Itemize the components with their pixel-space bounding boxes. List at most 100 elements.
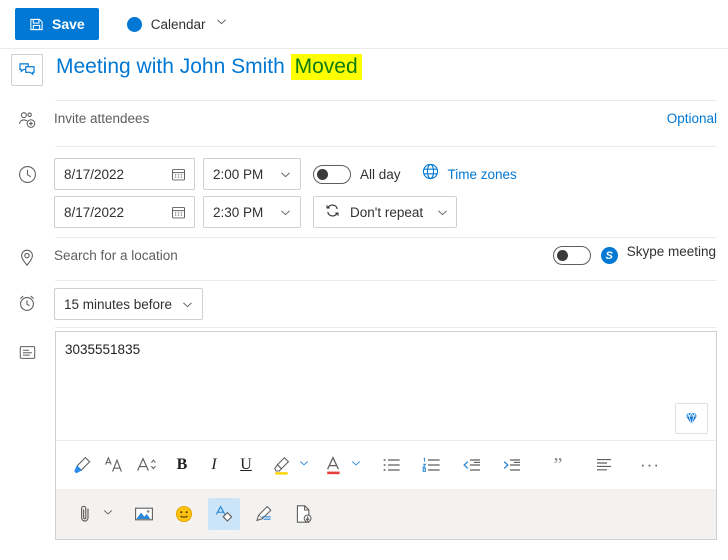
end-time-value: 2:30 PM (213, 204, 264, 220)
attendees-rail (0, 108, 54, 131)
subject-row: Meeting with John Smith Moved (0, 52, 728, 96)
font-family-icon[interactable] (98, 449, 130, 481)
diamond-gem-icon[interactable] (675, 403, 708, 434)
format-painter-icon[interactable] (66, 449, 98, 481)
location-pin-icon (17, 247, 37, 267)
globe-icon[interactable] (421, 162, 440, 186)
chevron-down-icon[interactable] (177, 298, 202, 311)
meeting-event-icon[interactable] (11, 54, 43, 86)
decrease-indent-icon[interactable] (456, 449, 488, 481)
datetime-rail (0, 158, 54, 185)
datetime-row: 8/17/2022 2:00 PM All day Time zones 8/1… (0, 158, 728, 228)
command-bar: Save Calendar (0, 0, 728, 49)
signature-icon[interactable] (248, 498, 280, 530)
repeat-field[interactable]: Don't repeat (313, 196, 457, 228)
save-button[interactable]: Save (15, 8, 99, 40)
attach-file-split[interactable] (70, 498, 114, 530)
attendees-divider (55, 146, 717, 147)
increase-indent-icon[interactable] (496, 449, 528, 481)
more-options-glyph: ··· (640, 455, 660, 474)
subject-divider (55, 100, 717, 101)
repeat-icon (324, 202, 341, 222)
save-floppy-icon (29, 17, 44, 32)
chevron-down-icon[interactable] (298, 456, 310, 474)
underline-icon[interactable]: U (230, 449, 262, 481)
skype-meeting-toggle-knob (556, 250, 568, 261)
chevron-down-icon[interactable] (350, 456, 362, 474)
start-date-value: 8/17/2022 (64, 166, 125, 182)
attendees-row: Invite attendees Optional (0, 108, 728, 142)
all-day-label: All day (360, 166, 401, 182)
insert-template-icon[interactable] (288, 498, 320, 530)
italic-icon-label: I (211, 456, 217, 473)
reminder-divider (55, 327, 717, 328)
align-icon[interactable] (588, 449, 620, 481)
insert-picture-icon[interactable] (128, 498, 160, 530)
more-options-icon[interactable]: ··· (634, 449, 666, 481)
location-rail (0, 244, 54, 267)
invite-attendees-input[interactable]: Invite attendees (54, 108, 667, 130)
save-button-label: Save (52, 16, 85, 32)
skype-meeting-label: Skype meeting (626, 244, 716, 259)
font-size-icon[interactable] (130, 449, 162, 481)
skype-meeting-toggle[interactable] (552, 246, 591, 265)
start-date-field[interactable]: 8/17/2022 (54, 158, 195, 190)
calendar-icon[interactable] (167, 167, 194, 182)
numbered-list-icon[interactable] (416, 449, 448, 481)
end-date-value: 8/17/2022 (64, 204, 125, 220)
alarm-clock-icon (17, 293, 37, 313)
location-input[interactable]: Search for a location (54, 244, 553, 268)
chevron-down-icon[interactable] (275, 206, 300, 219)
bold-icon[interactable]: B (166, 449, 198, 481)
time-zones-link[interactable]: Time zones (448, 167, 517, 182)
body-rail (0, 341, 54, 362)
page-title[interactable]: Meeting with John Smith Moved (54, 52, 728, 82)
skype-icon: S (600, 247, 618, 264)
location-row: Search for a location S Skype meeting (0, 244, 728, 276)
end-time-field[interactable]: 2:30 PM (203, 196, 301, 228)
calendar-icon[interactable] (167, 205, 194, 220)
all-day-toggle[interactable] (313, 164, 351, 184)
calendar-picker[interactable]: Calendar (123, 8, 232, 40)
font-color-icon[interactable] (318, 449, 350, 481)
body-editor[interactable]: 3035551835 (55, 331, 717, 440)
reminder-field[interactable]: 15 minutes before (54, 288, 203, 320)
bulleted-list-icon[interactable] (376, 449, 408, 481)
emoji-icon[interactable] (168, 498, 200, 530)
chevron-down-icon[interactable] (102, 505, 114, 523)
start-time-value: 2:00 PM (213, 166, 264, 182)
font-color-split[interactable] (318, 449, 362, 481)
body-editor-text[interactable]: 3035551835 (65, 342, 140, 357)
chevron-down-icon (215, 15, 228, 33)
page-title-text: Meeting with John Smith (56, 55, 291, 78)
datetime-divider (55, 237, 717, 238)
description-icon (18, 343, 37, 362)
highlight-color-icon[interactable] (266, 449, 298, 481)
reminder-value: 15 minutes before (64, 296, 173, 312)
end-date-field[interactable]: 8/17/2022 (54, 196, 195, 228)
page-title-highlight: Moved (290, 54, 362, 80)
location-divider (55, 280, 717, 281)
subject-rail (0, 52, 54, 86)
insert-toolbar (55, 489, 717, 540)
all-day-toggle-knob (317, 168, 328, 180)
optional-attendees-link[interactable]: Optional (667, 108, 717, 130)
calendar-color-dot (126, 16, 142, 32)
highlight-color-split[interactable] (266, 449, 310, 481)
chevron-down-icon[interactable] (275, 168, 300, 181)
formatting-toolbar: B I U ” ··· (55, 440, 717, 489)
start-time-field[interactable]: 2:00 PM (203, 158, 301, 190)
reminder-row: 15 minutes before (0, 288, 728, 320)
chevron-down-icon[interactable] (432, 206, 457, 219)
clock-icon (17, 164, 38, 185)
reminder-rail (0, 288, 54, 313)
attach-file-icon[interactable] (70, 498, 102, 530)
sensitivity-icon[interactable] (208, 498, 240, 530)
calendar-picker-label: Calendar (150, 16, 206, 32)
bold-icon-label: B (176, 456, 188, 473)
quote-icon[interactable]: ” (542, 449, 574, 481)
add-people-icon (17, 110, 38, 131)
appointment-window: Save Calendar Meeting with John Smith Mo… (0, 0, 728, 560)
underline-icon-label: U (240, 456, 252, 473)
italic-icon[interactable]: I (198, 449, 230, 481)
